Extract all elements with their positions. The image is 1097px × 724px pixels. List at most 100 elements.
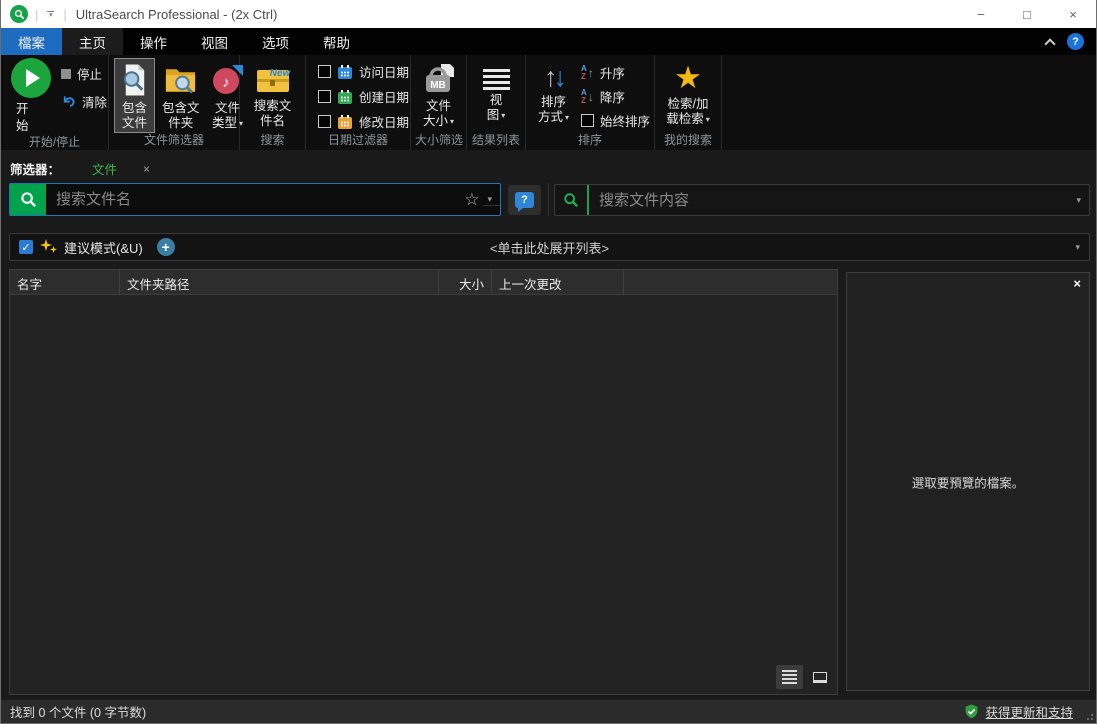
new-search-icon: New	[253, 62, 293, 96]
minimize-button[interactable]: −	[958, 0, 1004, 28]
details-view-icon	[782, 670, 797, 684]
tab-file[interactable]: 檔案	[1, 28, 62, 55]
access-date-checkbox-row[interactable]: 访问日期	[318, 62, 409, 81]
folder-magnifier-icon	[163, 62, 198, 98]
content-search-icon	[555, 185, 589, 215]
sort-by-button[interactable]: ↑↓ 排序方式▾	[534, 58, 573, 133]
list-lines-icon	[483, 62, 510, 90]
ribbon-group-start-stop: 开 始 停止 清除 开始/停止	[1, 55, 109, 150]
tab-home[interactable]: 主页	[62, 28, 123, 55]
expand-list-caret-icon[interactable]: ▾	[1075, 242, 1080, 253]
tab-options[interactable]: 选项	[245, 28, 306, 55]
results-list-body[interactable]	[10, 295, 837, 694]
column-header-empty	[624, 270, 837, 294]
mb-weight-icon: MB	[422, 62, 456, 96]
modify-date-checkbox[interactable]	[318, 115, 331, 128]
search-icon[interactable]	[10, 184, 46, 215]
az-descending-icon: AZ↓	[581, 89, 594, 105]
clear-button[interactable]: 清除	[61, 92, 107, 111]
group-label: 搜索	[240, 133, 305, 150]
view-toggles	[776, 665, 833, 689]
load-search-button[interactable]: ★ 检索/加载检索▾	[662, 58, 714, 133]
ribbon-group-search: New 搜索文件名 搜索	[240, 55, 306, 150]
tab-actions[interactable]: 操作	[123, 28, 184, 55]
file-magnifier-icon	[118, 62, 151, 98]
search-filename-button[interactable]: New 搜索文件名	[249, 58, 297, 133]
divider	[548, 183, 549, 216]
calendar-icon	[337, 114, 353, 130]
sort-arrows-icon: ↑↓	[544, 62, 563, 92]
sort-descending-button[interactable]: AZ↓ 降序	[581, 87, 650, 106]
access-date-checkbox[interactable]	[318, 65, 331, 78]
column-header-last-modified[interactable]: 上一次更改	[492, 270, 624, 294]
content-search-input[interactable]	[589, 192, 1072, 209]
stop-icon	[61, 69, 71, 79]
favorite-star-icon[interactable]: ☆	[464, 190, 479, 210]
star-icon: ★	[674, 62, 702, 94]
search-help-button[interactable]: ?	[508, 185, 541, 215]
group-label: 大小筛选	[411, 133, 466, 150]
ribbon-group-my-search: ★ 检索/加载检索▾ 我的搜索	[655, 55, 722, 150]
create-date-checkbox-row[interactable]: 创建日期	[318, 87, 409, 106]
start-button[interactable]: 开 始	[11, 58, 51, 135]
tab-view[interactable]: 视图	[184, 28, 245, 55]
tab-help[interactable]: 帮助	[306, 28, 367, 55]
modify-date-checkbox-row[interactable]: 修改日期	[318, 112, 409, 131]
close-button[interactable]: ×	[1050, 0, 1096, 28]
group-label: 文件筛选器	[109, 133, 239, 150]
play-icon	[11, 58, 51, 98]
column-header-name[interactable]: 名字	[10, 270, 120, 294]
update-support-link[interactable]: 获得更新和支持	[985, 702, 1073, 721]
start-label: 始	[16, 118, 51, 135]
create-date-checkbox[interactable]	[318, 90, 331, 103]
group-label: 结果列表	[467, 133, 525, 150]
sort-ascending-button[interactable]: AZ↑ 升序	[581, 63, 650, 82]
ribbon-group-size-filter: MB 文件大小▾ 大小筛选	[411, 55, 467, 150]
stop-button[interactable]: 停止	[61, 64, 107, 83]
suggestion-mode-checkbox[interactable]: ✓	[19, 240, 33, 254]
filename-search-box: ☆ ▾	[9, 183, 501, 216]
view-button[interactable]: 视图▾	[479, 58, 514, 133]
column-header-size[interactable]: 大小	[439, 270, 492, 294]
dropdown-caret-icon: ▾	[450, 117, 454, 126]
ribbon-tabbar: 檔案 主页 操作 视图 选项 帮助 ?	[1, 28, 1096, 55]
dropdown-caret-icon: ▾	[565, 113, 569, 122]
details-view-toggle[interactable]	[776, 665, 803, 689]
ribbon-group-file-filters: 包含文件 包含文件夹 ♪ 文件类型▾	[109, 55, 240, 150]
filter-close-icon[interactable]: ×	[143, 162, 150, 176]
ribbon: 开 始 停止 清除 开始/停止	[1, 55, 1096, 150]
help-icon[interactable]: ?	[1067, 33, 1084, 50]
preview-close-icon[interactable]: ×	[1073, 276, 1081, 291]
app-logo-icon	[10, 5, 28, 23]
maximize-button[interactable]: □	[1004, 0, 1050, 28]
content-history-caret-icon[interactable]: ▾	[1072, 195, 1089, 206]
preview-pane-toggle[interactable]	[806, 665, 833, 689]
group-label: 开始/停止	[1, 135, 108, 150]
add-filter-button[interactable]: +	[157, 238, 175, 256]
collapse-ribbon-icon[interactable]	[1044, 38, 1055, 49]
resize-grip[interactable]	[1091, 718, 1093, 720]
ultrasearch-window: | ▾ | UltraSearch Professional - (2x Ctr…	[0, 0, 1097, 724]
filter-bar: 筛选器： 文件 ×	[10, 159, 150, 178]
active-filter-tab[interactable]: 文件	[92, 159, 117, 178]
always-sort-checkbox[interactable]	[581, 114, 594, 127]
quick-access-dropdown-icon[interactable]: ▾	[45, 11, 56, 18]
titlebar-divider: |	[63, 7, 66, 22]
column-header-folder-path[interactable]: 文件夹路径	[120, 270, 439, 294]
start-label: 开	[16, 101, 51, 118]
ribbon-group-date-filters: 访问日期 创建日期	[306, 55, 411, 150]
dropdown-caret-icon: ▾	[706, 115, 710, 124]
az-ascending-icon: AZ↑	[581, 65, 594, 81]
window-controls: − □ ×	[958, 0, 1096, 28]
statusbar: 找到 0 个文件 (0 字节数) 获得更新和支持	[1, 699, 1096, 723]
group-label: 排序	[526, 133, 654, 150]
filename-search-input[interactable]	[46, 191, 464, 208]
window-title: UltraSearch Professional - (2x Ctrl)	[76, 7, 278, 22]
include-files-button[interactable]: 包含文件	[114, 58, 155, 133]
always-sort-checkbox-row[interactable]: 始终排序	[581, 111, 650, 130]
include-folders-button[interactable]: 包含文件夹	[158, 58, 204, 133]
suggestion-mode-bar[interactable]: ✓ 建议模式(&U) + <单击此处展开列表> ▾	[9, 233, 1090, 261]
sparkles-icon	[40, 238, 58, 257]
file-size-button[interactable]: MB 文件大小▾	[418, 58, 460, 133]
search-history-caret-icon[interactable]: ▾	[483, 194, 500, 206]
